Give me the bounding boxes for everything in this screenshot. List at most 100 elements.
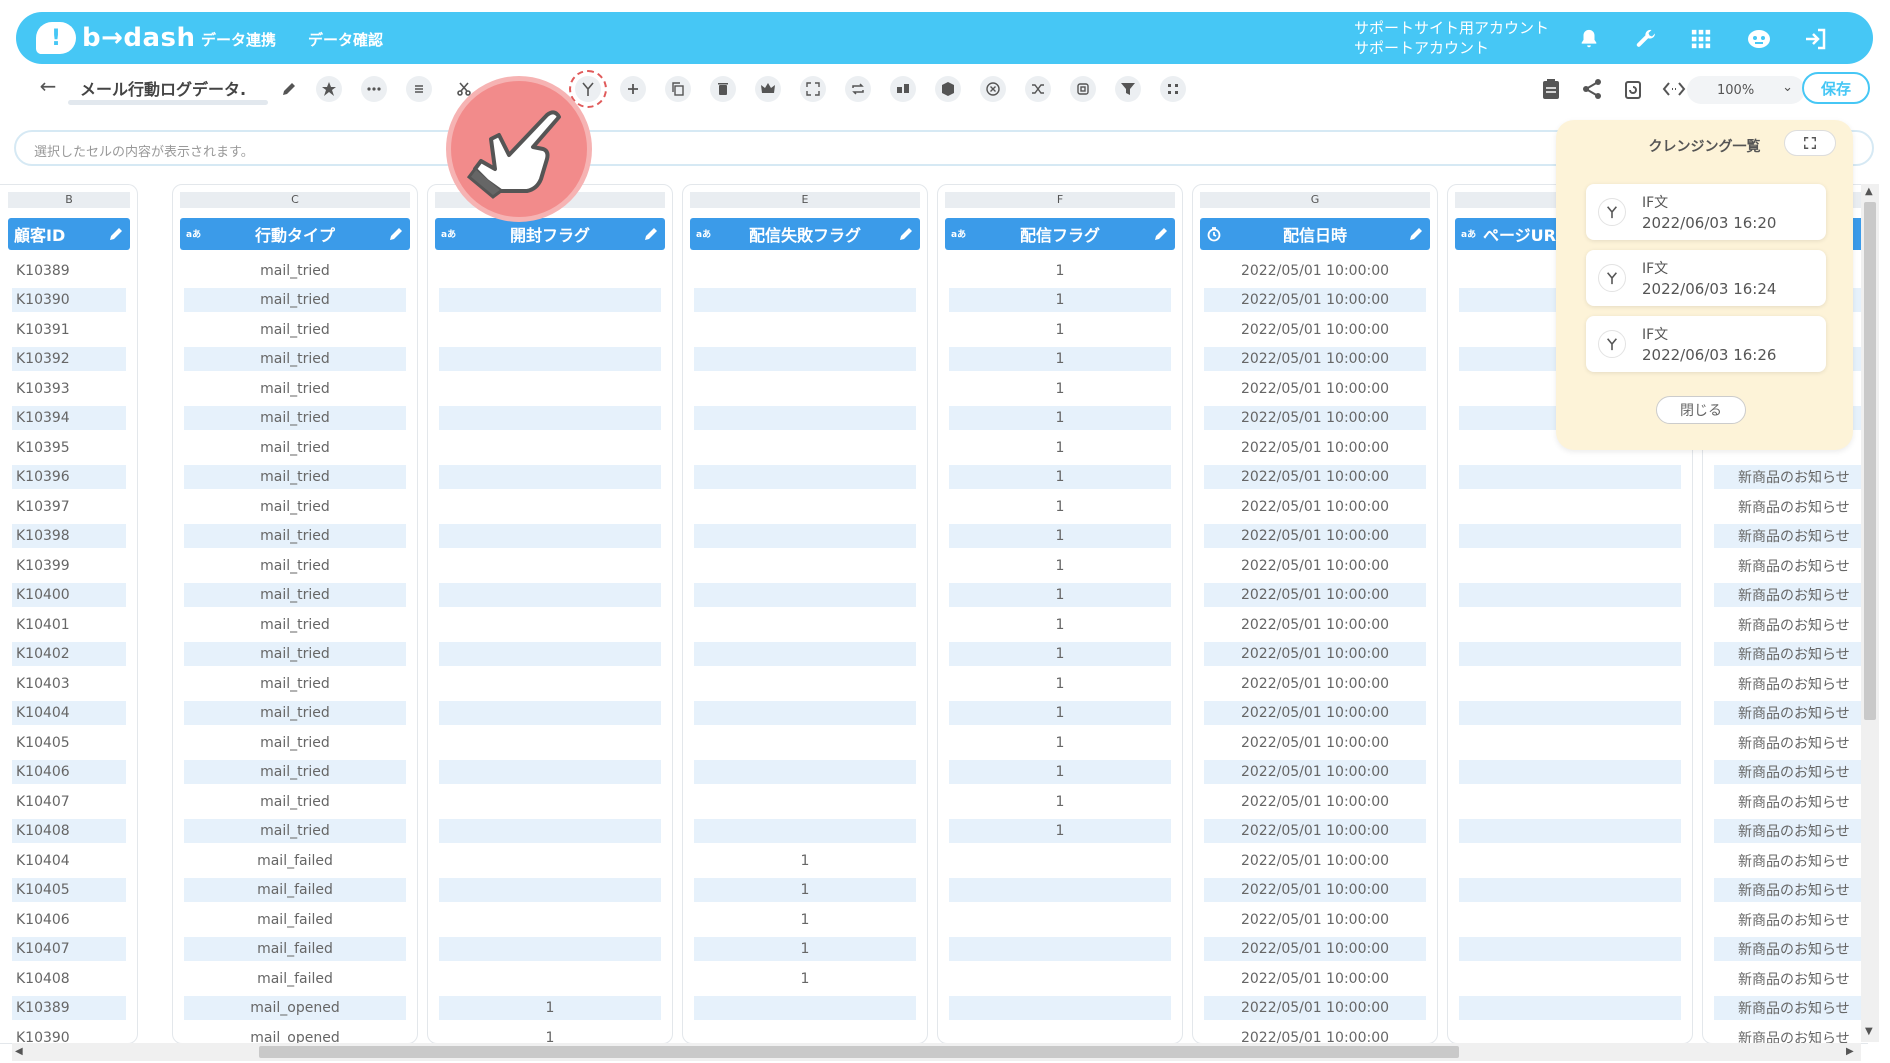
table-cell[interactable] bbox=[945, 905, 1175, 935]
table-cell[interactable] bbox=[690, 610, 920, 640]
table-cell[interactable]: K10390 bbox=[8, 1023, 130, 1044]
table-cell[interactable]: 新商品のお知らせ bbox=[1710, 581, 1868, 611]
table-cell[interactable]: 新商品のお知らせ bbox=[1710, 669, 1868, 699]
table-cell[interactable] bbox=[435, 876, 665, 906]
table-cell[interactable]: K10395 bbox=[8, 433, 130, 463]
table-cell[interactable]: mail_tried bbox=[180, 610, 410, 640]
table-cell[interactable]: mail_opened bbox=[180, 1023, 410, 1044]
column-header-customer-id[interactable]: 顧客ID bbox=[8, 218, 130, 250]
table-cell[interactable] bbox=[435, 728, 665, 758]
edit-title-icon[interactable] bbox=[276, 76, 302, 102]
table-cell[interactable] bbox=[1455, 758, 1685, 788]
table-cell[interactable]: 2022/05/01 10:00:00 bbox=[1200, 699, 1430, 729]
table-cell[interactable]: K10404 bbox=[8, 699, 130, 729]
table-cell[interactable]: 新商品のお知らせ bbox=[1710, 876, 1868, 906]
table-cell[interactable]: mail_tried bbox=[180, 669, 410, 699]
table-cell[interactable] bbox=[690, 669, 920, 699]
table-cell[interactable]: 1 bbox=[945, 286, 1175, 316]
table-cell[interactable]: mail_tried bbox=[180, 286, 410, 316]
table-cell[interactable]: 2022/05/01 10:00:00 bbox=[1200, 758, 1430, 788]
table-cell[interactable]: mail_tried bbox=[180, 817, 410, 847]
table-cell[interactable]: K10399 bbox=[8, 551, 130, 581]
grid-dots-icon[interactable] bbox=[1160, 76, 1186, 102]
table-cell[interactable]: K10405 bbox=[8, 876, 130, 906]
table-cell[interactable]: 2022/05/01 10:00:00 bbox=[1200, 640, 1430, 670]
column-header-fail-flag[interactable]: aあ 配信失敗フラグ bbox=[690, 218, 920, 250]
table-cell[interactable]: mail_tried bbox=[180, 345, 410, 375]
table-cell[interactable]: 2022/05/01 10:00:00 bbox=[1200, 1023, 1430, 1044]
copy-icon[interactable] bbox=[665, 76, 691, 102]
table-cell[interactable]: 1 bbox=[435, 994, 665, 1024]
table-cell[interactable]: 1 bbox=[690, 846, 920, 876]
table-cell[interactable] bbox=[435, 610, 665, 640]
table-cell[interactable]: K10401 bbox=[8, 610, 130, 640]
table-cell[interactable]: mail_tried bbox=[180, 581, 410, 611]
table-cell[interactable]: 2022/05/01 10:00:00 bbox=[1200, 345, 1430, 375]
table-cell[interactable] bbox=[435, 345, 665, 375]
table-cell[interactable] bbox=[945, 935, 1175, 965]
bell-icon[interactable] bbox=[1576, 26, 1602, 52]
table-cell[interactable]: mail_failed bbox=[180, 905, 410, 935]
table-cell[interactable]: 1 bbox=[945, 699, 1175, 729]
robot-icon[interactable] bbox=[1746, 26, 1772, 52]
table-cell[interactable]: mail_tried bbox=[180, 433, 410, 463]
table-cell[interactable]: 2022/05/01 10:00:00 bbox=[1200, 551, 1430, 581]
table-cell[interactable] bbox=[1455, 964, 1685, 994]
table-cell[interactable]: 新商品のお知らせ bbox=[1710, 846, 1868, 876]
table-cell[interactable] bbox=[435, 846, 665, 876]
table-cell[interactable] bbox=[1455, 728, 1685, 758]
table-cell[interactable]: mail_tried bbox=[180, 315, 410, 345]
table-cell[interactable]: 新商品のお知らせ bbox=[1710, 787, 1868, 817]
table-cell[interactable] bbox=[945, 846, 1175, 876]
table-cell[interactable]: mail_tried bbox=[180, 699, 410, 729]
table-cell[interactable] bbox=[690, 374, 920, 404]
table-cell[interactable]: mail_tried bbox=[180, 758, 410, 788]
horizontal-scrollbar[interactable]: ◀ ▶ bbox=[12, 1043, 1861, 1061]
table-cell[interactable]: 2022/05/01 10:00:00 bbox=[1200, 846, 1430, 876]
back-arrow-icon[interactable]: ← bbox=[36, 74, 60, 98]
table-cell[interactable] bbox=[690, 286, 920, 316]
table-cell[interactable]: mail_failed bbox=[180, 964, 410, 994]
table-cell[interactable] bbox=[1455, 935, 1685, 965]
table-cell[interactable]: K10397 bbox=[8, 492, 130, 522]
table-cell[interactable] bbox=[435, 669, 665, 699]
table-cell[interactable]: 1 bbox=[945, 669, 1175, 699]
table-cell[interactable] bbox=[945, 964, 1175, 994]
table-cell[interactable]: 新商品のお知らせ bbox=[1710, 905, 1868, 935]
table-cell[interactable] bbox=[1455, 551, 1685, 581]
table-cell[interactable] bbox=[1455, 876, 1685, 906]
expand-icon[interactable] bbox=[800, 76, 826, 102]
column-header-sent-at[interactable]: 配信日時 bbox=[1200, 218, 1430, 250]
wrench-icon[interactable] bbox=[1633, 26, 1659, 52]
filter-icon[interactable] bbox=[1115, 76, 1141, 102]
table-cell[interactable]: 新商品のお知らせ bbox=[1710, 610, 1868, 640]
table-cell[interactable]: K10406 bbox=[8, 905, 130, 935]
table-cell[interactable]: 1 bbox=[690, 876, 920, 906]
scroll-right-icon[interactable]: ▶ bbox=[1846, 1046, 1854, 1057]
table-cell[interactable]: 1 bbox=[945, 817, 1175, 847]
sheet-title[interactable]: メール行動ログデータ. bbox=[80, 76, 275, 100]
table-cell[interactable] bbox=[690, 404, 920, 434]
table-cell[interactable] bbox=[435, 581, 665, 611]
table-cell[interactable]: K10403 bbox=[8, 669, 130, 699]
clipboard-icon[interactable] bbox=[1538, 76, 1564, 102]
table-cell[interactable] bbox=[1455, 463, 1685, 493]
table-cell[interactable] bbox=[945, 1023, 1175, 1044]
table-cell[interactable]: 2022/05/01 10:00:00 bbox=[1200, 492, 1430, 522]
table-cell[interactable] bbox=[435, 905, 665, 935]
table-cell[interactable]: K10396 bbox=[8, 463, 130, 493]
edit-pen-icon[interactable] bbox=[643, 226, 659, 242]
table-cell[interactable]: 2022/05/01 10:00:00 bbox=[1200, 669, 1430, 699]
scroll-up-icon[interactable]: ▲ bbox=[1865, 186, 1873, 197]
table-cell[interactable]: 1 bbox=[945, 492, 1175, 522]
table-cell[interactable]: K10408 bbox=[8, 964, 130, 994]
edit-pen-icon[interactable] bbox=[108, 226, 124, 242]
table-cell[interactable] bbox=[690, 787, 920, 817]
table-cell[interactable]: K10406 bbox=[8, 758, 130, 788]
table-cell[interactable] bbox=[690, 492, 920, 522]
table-cell[interactable]: 1 bbox=[435, 1023, 665, 1044]
table-cell[interactable]: 新商品のお知らせ bbox=[1710, 964, 1868, 994]
table-cell[interactable]: 2022/05/01 10:00:00 bbox=[1200, 935, 1430, 965]
edit-pen-icon[interactable] bbox=[1153, 226, 1169, 242]
table-cell[interactable]: 2022/05/01 10:00:00 bbox=[1200, 905, 1430, 935]
